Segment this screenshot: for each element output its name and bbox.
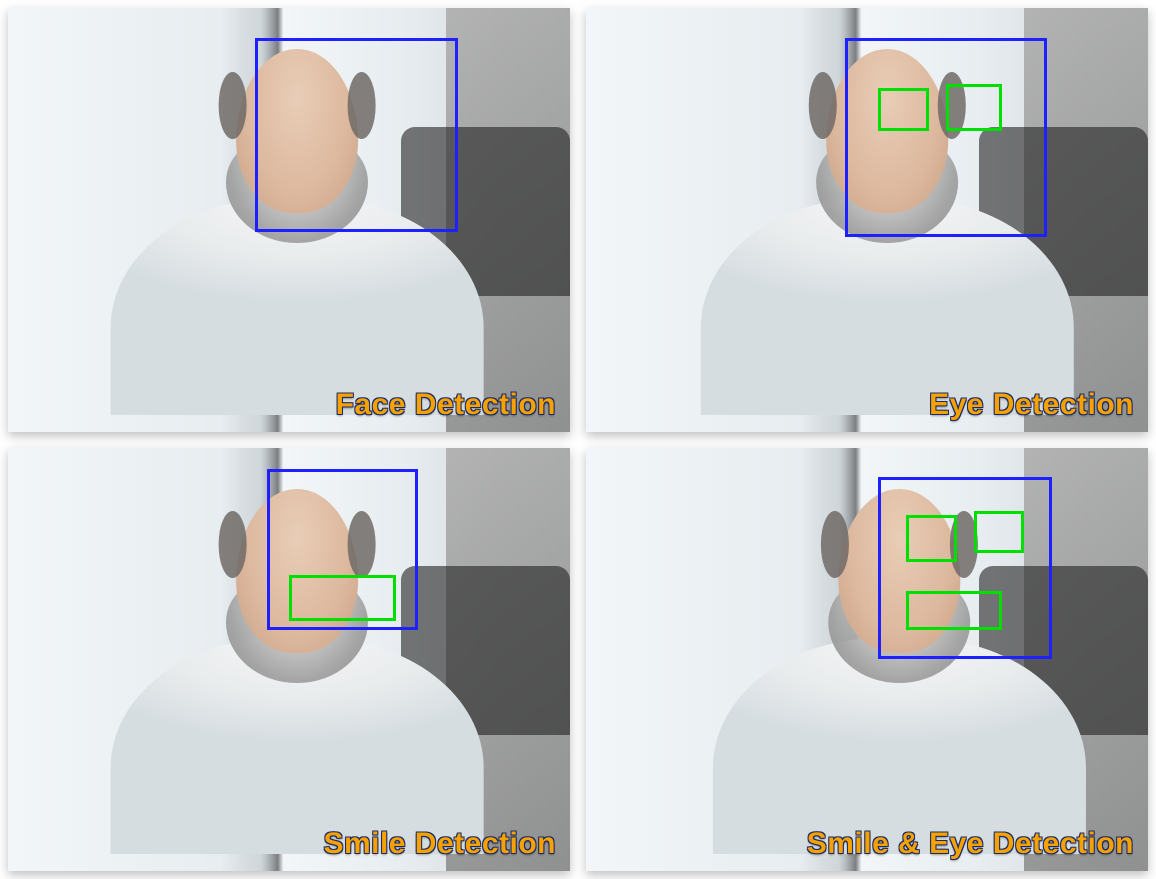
eye-bounding-box-left (906, 515, 957, 562)
smile-bounding-box (906, 591, 1002, 629)
caption-smile: Smile Detection (323, 827, 556, 861)
panel-face-detection: Face Detection (8, 8, 570, 432)
smile-bounding-box (289, 575, 396, 622)
eye-bounding-box-right (974, 511, 1025, 553)
face-bounding-box (255, 38, 457, 233)
panel-smile-eye-detection: Smile & Eye Detection (586, 448, 1148, 872)
face-bounding-box (878, 477, 1052, 659)
caption-face: Face Detection (336, 388, 556, 422)
caption-smile-eye: Smile & Eye Detection (807, 827, 1134, 861)
eye-bounding-box-left (878, 88, 929, 130)
face-bounding-box (845, 38, 1047, 237)
panel-smile-detection: Smile Detection (8, 448, 570, 872)
detection-grid: Face Detection Eye Detection (8, 8, 1148, 871)
caption-eye: Eye Detection (929, 388, 1134, 422)
panel-eye-detection: Eye Detection (586, 8, 1148, 432)
eye-bounding-box-right (946, 84, 1002, 131)
